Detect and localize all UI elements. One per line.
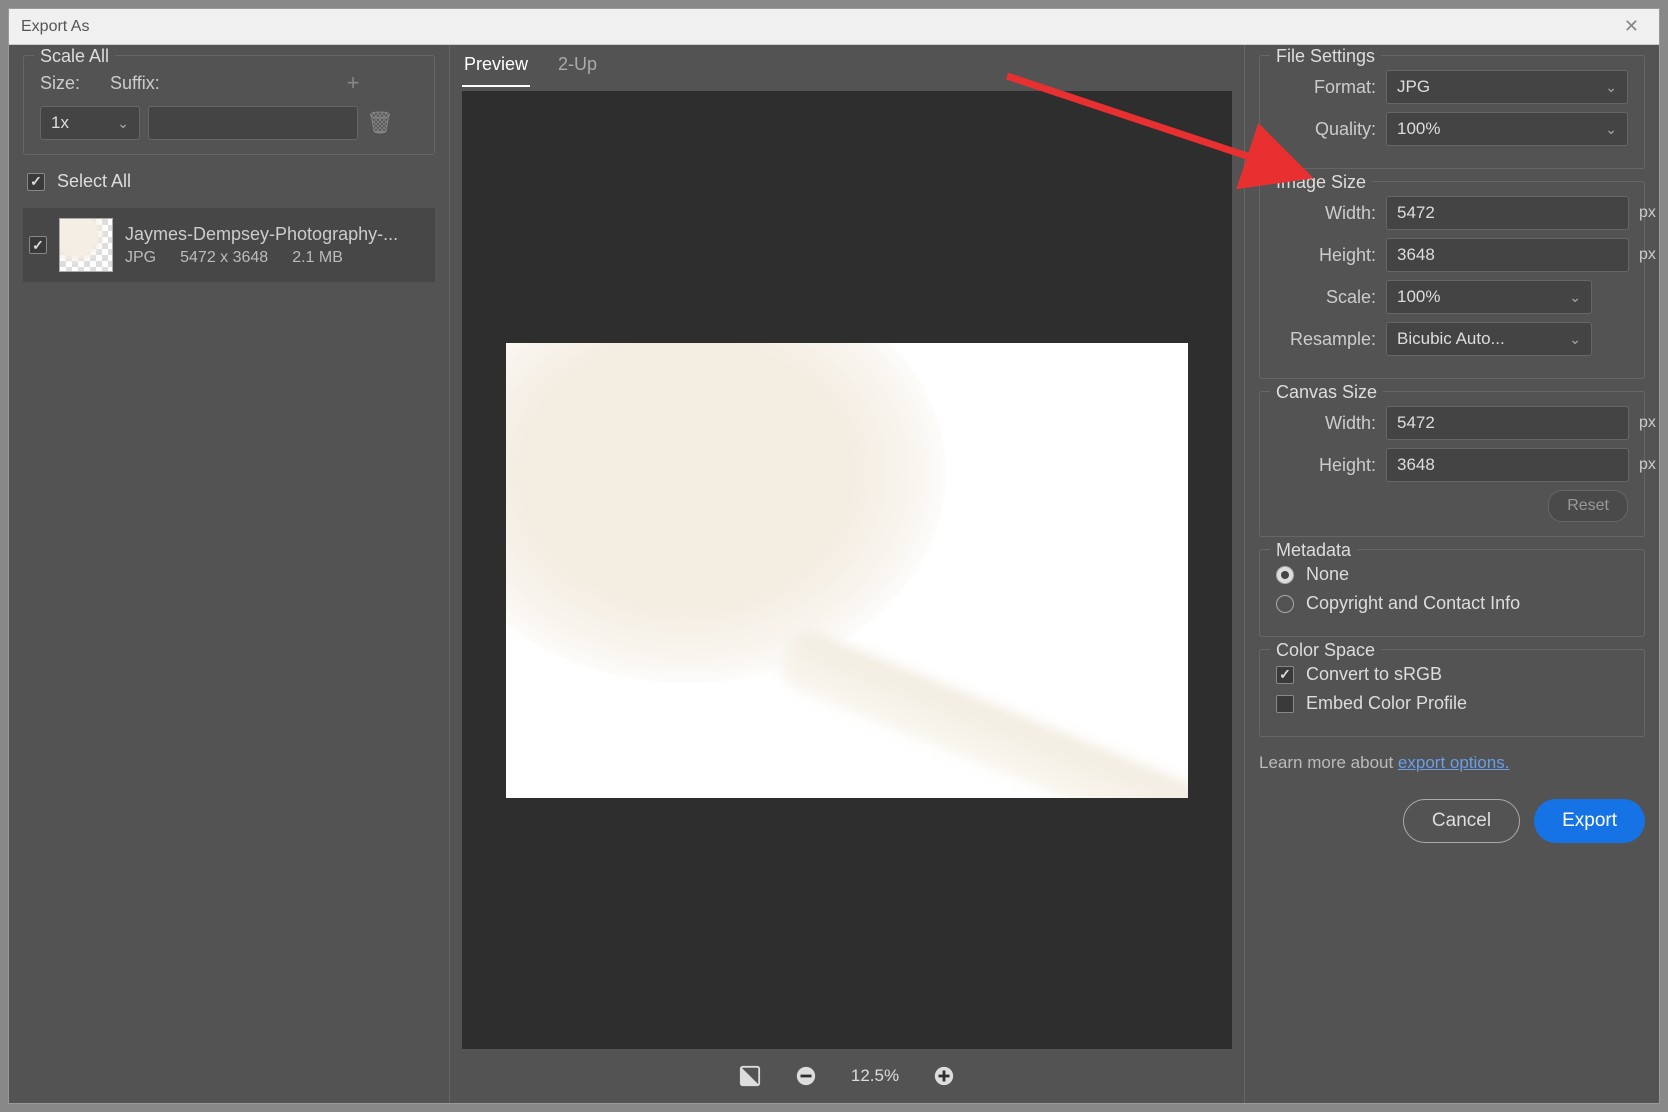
export-options-link[interactable]: export options. [1398,753,1510,772]
zoom-bar: 12.5% [450,1049,1244,1103]
height-unit: px [1639,246,1656,264]
size-value: 1x [51,113,69,133]
image-size-legend: Image Size [1270,172,1372,193]
metadata-none-row[interactable]: None [1276,564,1628,585]
image-size-group: Image Size Width: px Height: px Scale: 1… [1259,181,1645,379]
asset-list: Jaymes-Dempsey-Photography-... JPG 5472 … [23,208,435,1093]
close-icon[interactable]: ✕ [1616,12,1647,41]
embed-profile-row[interactable]: Embed Color Profile [1276,693,1628,714]
titlebar: Export As ✕ [9,9,1659,45]
scale-all-legend: Scale All [34,46,115,67]
center-panel: Preview 2-Up 12.5% [449,45,1245,1103]
preview-image [506,343,1188,798]
delete-scale-icon[interactable]: 🗑 [366,110,388,136]
metadata-copyright-label: Copyright and Contact Info [1306,593,1520,614]
scale-select[interactable]: 100% ⌄ [1386,280,1592,314]
asset-row[interactable]: Jaymes-Dempsey-Photography-... JPG 5472 … [23,208,435,282]
scale-all-group: Scale All Size: Suffix: + 1x ⌄ 🗑 [23,55,435,155]
scale-value: 100% [1397,287,1440,307]
tab-preview[interactable]: Preview [462,48,530,87]
canvas-width-input[interactable] [1386,406,1629,440]
asset-name: Jaymes-Dempsey-Photography-... [125,224,429,245]
select-all-checkbox[interactable] [27,173,45,191]
format-value: JPG [1397,77,1430,97]
button-row: Cancel Export [1259,789,1645,843]
export-as-dialog: Export As ✕ Scale All Size: Suffix: + 1x… [8,8,1660,1104]
canvas-width-label: Width: [1276,413,1376,434]
quality-value: 100% [1397,119,1440,139]
width-label: Width: [1276,203,1376,224]
preview-area[interactable] [462,91,1232,1049]
dialog-title: Export As [21,18,89,36]
resample-label: Resample: [1276,329,1376,350]
canvas-height-label: Height: [1276,455,1376,476]
color-space-legend: Color Space [1270,640,1381,661]
file-settings-legend: File Settings [1270,46,1381,67]
convert-srgb-label: Convert to sRGB [1306,664,1442,685]
width-unit: px [1639,204,1656,222]
metadata-group: Metadata None Copyright and Contact Info [1259,549,1645,637]
height-label: Height: [1276,245,1376,266]
asset-dimensions: 5472 x 3648 [180,249,268,267]
chevron-down-icon: ⌄ [1569,289,1581,306]
width-input[interactable] [1386,196,1629,230]
select-all-label: Select All [57,171,131,192]
metadata-copyright-radio[interactable] [1276,595,1294,613]
canvas-width-unit: px [1639,414,1656,432]
convert-srgb-checkbox[interactable] [1276,666,1294,684]
suffix-label: Suffix: [110,73,330,94]
asset-thumbnail [59,218,113,272]
reset-button[interactable]: Reset [1548,490,1628,522]
right-panel: File Settings Format: JPG ⌄ Quality: 100… [1245,45,1659,1103]
cancel-button[interactable]: Cancel [1403,799,1520,843]
format-select[interactable]: JPG ⌄ [1386,70,1628,104]
metadata-none-label: None [1306,564,1349,585]
file-settings-group: File Settings Format: JPG ⌄ Quality: 100… [1259,55,1645,169]
asset-format: JPG [125,249,156,267]
chevron-down-icon: ⌄ [1605,121,1617,138]
chevron-down-icon: ⌄ [117,115,129,132]
color-space-group: Color Space Convert to sRGB Embed Color … [1259,649,1645,737]
embed-profile-checkbox[interactable] [1276,695,1294,713]
canvas-height-input[interactable] [1386,448,1629,482]
embed-profile-label: Embed Color Profile [1306,693,1467,714]
preview-tabs: Preview 2-Up [450,45,1244,87]
canvas-height-unit: px [1639,456,1656,474]
quality-label: Quality: [1276,119,1376,140]
learn-more-prefix: Learn more about [1259,753,1398,772]
metadata-copyright-row[interactable]: Copyright and Contact Info [1276,593,1628,614]
quality-select[interactable]: 100% ⌄ [1386,112,1628,146]
chevron-down-icon: ⌄ [1605,79,1617,96]
resample-value: Bicubic Auto... [1397,329,1505,349]
asset-checkbox[interactable] [29,236,47,254]
chevron-down-icon: ⌄ [1569,331,1581,348]
asset-filesize: 2.1 MB [292,249,343,267]
metadata-legend: Metadata [1270,540,1357,561]
suffix-input[interactable] [148,106,358,140]
contrast-icon[interactable] [739,1065,761,1087]
resample-select[interactable]: Bicubic Auto... ⌄ [1386,322,1592,356]
tab-2up[interactable]: 2-Up [556,48,599,87]
metadata-none-radio[interactable] [1276,566,1294,584]
dialog-content: Scale All Size: Suffix: + 1x ⌄ 🗑 S [9,45,1659,1103]
select-all-row[interactable]: Select All [23,165,435,198]
scale-label: Scale: [1276,287,1376,308]
height-input[interactable] [1386,238,1629,272]
format-label: Format: [1276,77,1376,98]
export-button[interactable]: Export [1534,799,1645,843]
canvas-size-legend: Canvas Size [1270,382,1383,403]
zoom-out-icon[interactable] [795,1065,817,1087]
size-label: Size: [40,73,98,94]
left-panel: Scale All Size: Suffix: + 1x ⌄ 🗑 S [9,45,449,1103]
convert-srgb-row[interactable]: Convert to sRGB [1276,664,1628,685]
size-select[interactable]: 1x ⌄ [40,106,140,140]
canvas-size-group: Canvas Size Width: px Height: px Reset [1259,391,1645,537]
zoom-in-icon[interactable] [933,1065,955,1087]
add-scale-icon[interactable]: + [342,70,364,96]
zoom-level: 12.5% [851,1066,899,1086]
learn-more-text: Learn more about export options. [1259,749,1645,777]
